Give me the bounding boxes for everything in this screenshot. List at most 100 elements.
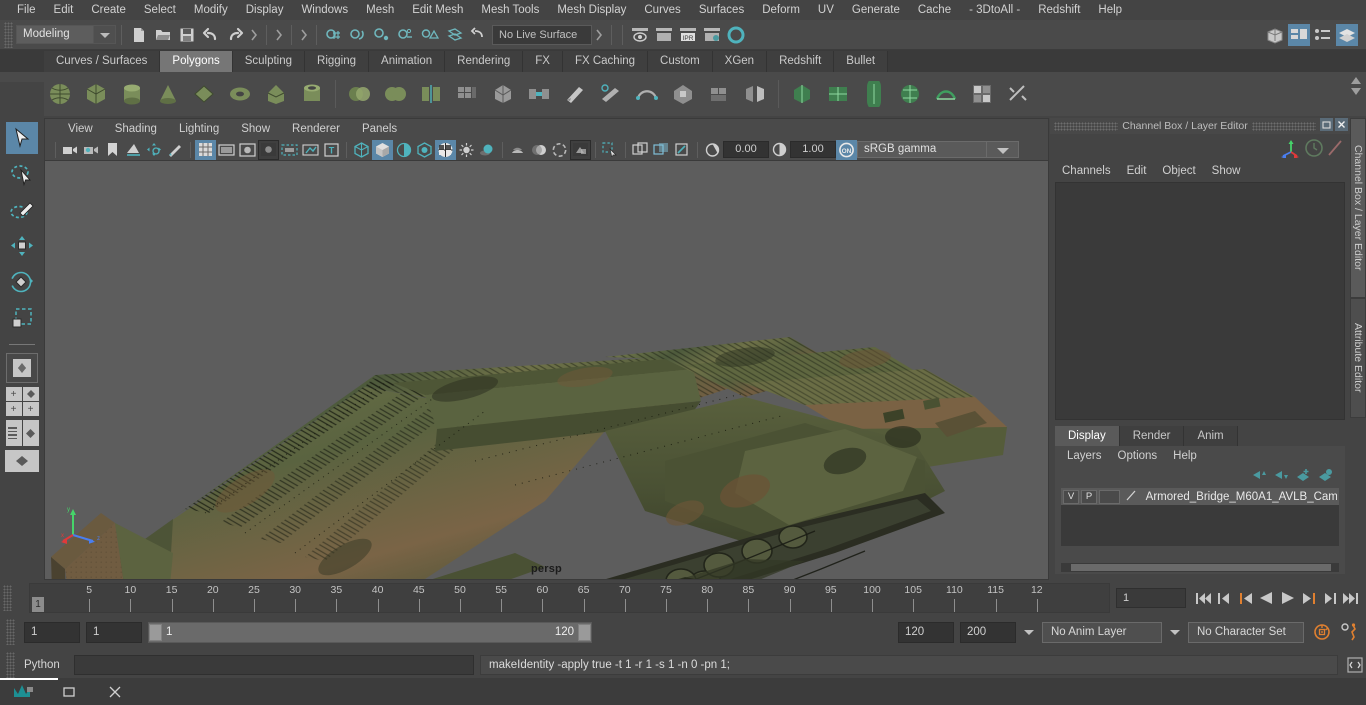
polygon-uv-sphere-icon[interactable]	[786, 78, 818, 110]
polygon-torus-icon[interactable]	[224, 78, 256, 110]
anim-end-time-field[interactable]: 200	[960, 621, 1016, 643]
menu-help[interactable]: Help	[1089, 0, 1131, 20]
polygon-cube-icon[interactable]	[80, 78, 112, 110]
slash-icon[interactable]	[1326, 138, 1344, 161]
layer-tab-anim[interactable]: Anim	[1184, 426, 1238, 446]
scale-tool[interactable]	[6, 300, 38, 336]
channel-box-content[interactable]	[1055, 182, 1345, 420]
step-forward-frame-icon[interactable]	[1320, 587, 1339, 609]
menu-display[interactable]: Display	[237, 0, 293, 20]
layer-menu-layers[interactable]: Layers	[1059, 446, 1110, 466]
shelf-tab-custom[interactable]: Custom	[648, 51, 713, 72]
shelf-tab-redshift[interactable]: Redshift	[767, 51, 835, 72]
character-set-field[interactable]: No Character Set	[1188, 621, 1304, 643]
rotate-tool[interactable]	[6, 264, 38, 300]
layer-visibility-toggle[interactable]: V	[1063, 489, 1079, 504]
save-scene-icon[interactable]	[175, 23, 199, 47]
shelf-tab-fx-caching[interactable]: FX Caching	[562, 51, 649, 72]
construction-history-icon[interactable]	[466, 23, 490, 47]
polygon-sculpt-icon[interactable]	[667, 78, 699, 110]
menu-redshift[interactable]: Redshift	[1029, 0, 1089, 20]
time-slider-current-indicator[interactable]: 1	[32, 597, 44, 612]
polygon-pipe-icon[interactable]	[296, 78, 328, 110]
new-layer-from-selected-icon[interactable]	[1317, 468, 1333, 485]
menu-mesh[interactable]: Mesh	[357, 0, 403, 20]
auto-keyframe-icon[interactable]	[1310, 623, 1334, 641]
snap-to-grid-icon[interactable]	[322, 23, 346, 47]
outliner-persp-layout[interactable]	[5, 420, 39, 446]
gamma-field[interactable]: 1.00	[790, 141, 836, 158]
depth-of-field-icon[interactable]	[570, 139, 591, 160]
color-management-field[interactable]: sRGB gamma	[857, 141, 987, 158]
shelf-tab-rigging[interactable]: Rigging	[305, 51, 370, 72]
menu-curves[interactable]: Curves	[635, 0, 689, 20]
smooth-shade-all-icon[interactable]	[372, 139, 393, 160]
menu-surfaces[interactable]: Surfaces	[690, 0, 753, 20]
time-slider-gripper[interactable]	[3, 585, 12, 611]
side-tab-channel-box[interactable]: Channel Box / Layer Editor	[1350, 118, 1366, 298]
animation-preferences-icon[interactable]	[1340, 623, 1366, 641]
paint-select-tool[interactable]	[6, 192, 38, 228]
move-layer-up-icon[interactable]	[1251, 468, 1267, 485]
menu-create[interactable]: Create	[82, 0, 135, 20]
step-back-key-icon[interactable]	[1236, 587, 1255, 609]
open-scene-icon[interactable]	[151, 23, 175, 47]
maximize-icon[interactable]	[92, 678, 138, 705]
polygon-combine-icon[interactable]	[379, 78, 411, 110]
xray-icon[interactable]	[630, 140, 651, 160]
shaded-wireframe-icon[interactable]	[393, 140, 414, 160]
restore-window-icon[interactable]	[1320, 118, 1333, 134]
textured-icon[interactable]	[435, 139, 456, 160]
clock-icon[interactable]	[1304, 138, 1324, 161]
exposure-stop-icon[interactable]	[702, 140, 723, 160]
viewport-menu-show[interactable]: Show	[230, 119, 281, 139]
gate-mask-icon[interactable]	[258, 139, 279, 160]
menu-mesh-display[interactable]: Mesh Display	[548, 0, 635, 20]
range-end-time-field[interactable]: 120	[898, 621, 954, 643]
range-bar[interactable]: 1 120	[148, 621, 592, 643]
viewport-menu-shading[interactable]: Shading	[104, 119, 168, 139]
show-hide-channel-box-icon[interactable]	[1336, 23, 1358, 46]
channel-box-menu-edit[interactable]: Edit	[1119, 160, 1155, 182]
menu-edit-mesh[interactable]: Edit Mesh	[403, 0, 472, 20]
live-surface-arrow-icon[interactable]	[592, 23, 606, 47]
move-layer-down-icon[interactable]	[1273, 468, 1289, 485]
polygon-cone-icon[interactable]	[152, 78, 184, 110]
snap-to-projected-center-icon[interactable]	[394, 23, 418, 47]
color-management-toggle-icon[interactable]: ON	[836, 139, 857, 160]
time-slider-track[interactable]: 1 5 10 15 20 25 30 35 40 45 50 55 60 65 70 75 80 85 90 95 1…	[29, 583, 1110, 613]
use-default-material-icon[interactable]	[414, 140, 435, 160]
exposure-field[interactable]: 0.00	[723, 141, 769, 158]
hypergraph-persp-layout[interactable]	[5, 450, 39, 472]
snap-to-point-icon[interactable]	[370, 23, 394, 47]
polygon-uv-editor-icon[interactable]	[966, 78, 998, 110]
panel-drag-dots[interactable]	[1054, 121, 1119, 131]
polygon-target-weld-icon[interactable]	[595, 78, 627, 110]
film-gate-icon[interactable]	[216, 140, 237, 160]
exposure-icon[interactable]	[300, 140, 321, 160]
shelf-tab-animation[interactable]: Animation	[369, 51, 446, 72]
resolution-gate-icon[interactable]	[237, 140, 258, 160]
anim-start-time-field[interactable]: 1	[24, 621, 80, 643]
move-tool[interactable]	[6, 228, 38, 264]
render-settings-icon[interactable]	[700, 23, 724, 47]
menu-modify[interactable]: Modify	[185, 0, 237, 20]
range-start-time-field[interactable]: 1	[86, 621, 142, 643]
film-origin-icon[interactable]	[279, 140, 300, 160]
polygon-uv-cylinder-icon[interactable]	[858, 78, 890, 110]
shelf-tab-curves-surfaces[interactable]: Curves / Surfaces	[44, 51, 161, 72]
select-by-object-icon[interactable]	[272, 23, 286, 47]
shelf-tab-fx[interactable]: FX	[523, 51, 563, 72]
minimize-icon[interactable]	[46, 678, 92, 705]
grease-pencil-icon[interactable]	[165, 140, 186, 160]
close-window-icon[interactable]	[1335, 118, 1348, 134]
show-hide-tool-settings-icon[interactable]	[1312, 24, 1334, 46]
polygon-bevel-icon[interactable]	[487, 78, 519, 110]
play-forwards-icon[interactable]	[1278, 587, 1297, 609]
viewport-3d-canvas[interactable]: y z x persp	[45, 161, 1048, 579]
polygon-layout-icon[interactable]	[1002, 78, 1034, 110]
shelf-tab-bullet[interactable]: Bullet	[834, 51, 889, 72]
status-line-gripper[interactable]	[4, 21, 13, 48]
menu-set-dropdown-arrow[interactable]	[94, 25, 116, 44]
make-live-icon[interactable]	[442, 23, 466, 47]
